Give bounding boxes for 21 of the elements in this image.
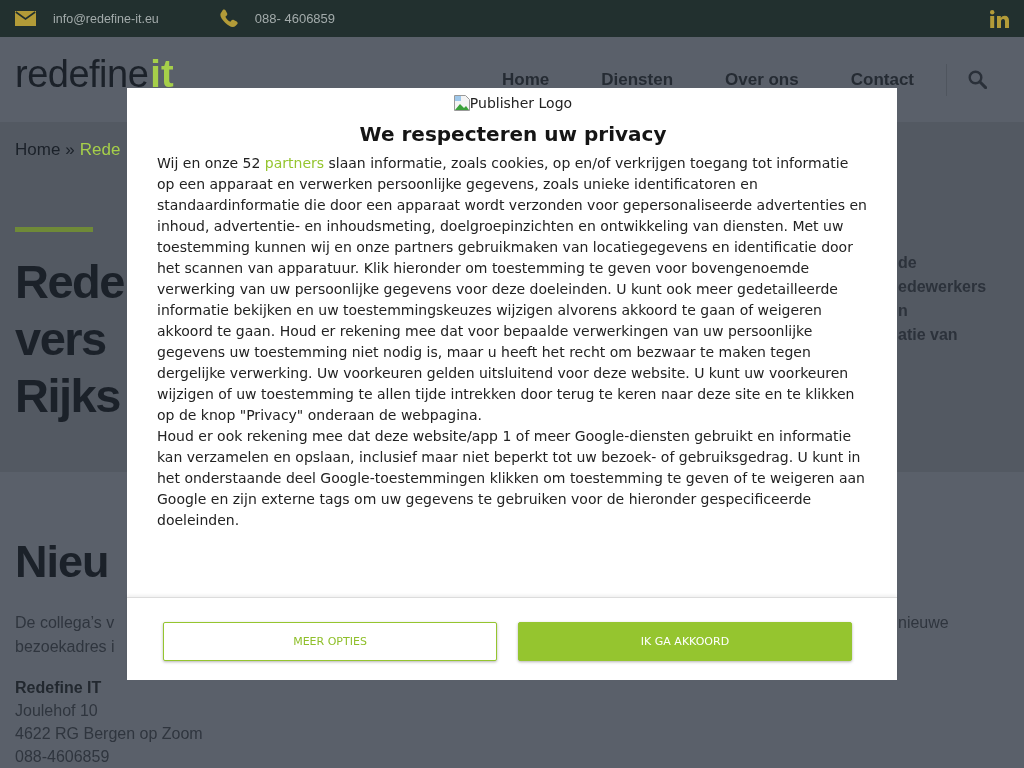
- section-heading: Nieu: [15, 535, 109, 589]
- site-logo[interactable]: redefineit: [15, 54, 174, 94]
- consent-text: Wij en onze 52 partners slaan informatie, zoals cookies, op en/of verkrijgen toegang tot informatie op een apparaat en verwerken persoonlijke gegevens, zoals unieke identificatoren en standaardinformatie die door een apparaat wordt verzonden voor gepersonaliseerde advertenties en inhoud, advertentie- en inhoudsmeting, doelgroepinzichten en ontwikkeling van diensten. Met uw toestemming kunnen wij en onze partners gebruikmaken van locatiegegevens en identificatie door het scannen van apparatuur. Klik hieronder om toestemming te geven voor bovengenoemde verwerking van uw persoonlijke gegevens voor deze doeleinden. U kunt ook meer gedetailleerde informatie bekijken en uw toestemmingskeuzes wijzigen alvorens akkoord te gaan of weigeren akkoord te gaan. Houd er rekening mee dat voor bepaalde verwerkingen van uw persoonlijke gegevens uw toestemming niet nodig is, maar u heeft het recht om bezwaar te maken tegen dergelijke verwerking. Uw voorkeuren gelden uitsluitend voor deze website. U kunt uw voorkeuren wijzigen of uw toestemming te allen tijde intrekken door terug te keren naar deze site en te klikken op de knop "Privacy" onderaan de webpagina.: [157, 154, 868, 425]
- nav-link[interactable]: Diensten: [601, 68, 673, 91]
- publisher-logo-text: Publisher Logo: [469, 95, 573, 111]
- breadcrumb-current: Rede: [79, 139, 121, 161]
- more-options-button[interactable]: MEER OPTIES: [163, 622, 497, 661]
- dialog-title: We respecteren uw privacy: [359, 121, 667, 148]
- breadcrumb-link[interactable]: Home: [15, 138, 61, 162]
- mail-icon: [15, 11, 36, 26]
- phone-number[interactable]: 088- 4606859: [254, 11, 336, 26]
- accept-button[interactable]: IK GA AKKOORD: [518, 622, 852, 661]
- partners-link[interactable]: partners: [264, 155, 325, 171]
- broken-image-icon: [453, 95, 470, 111]
- nav-link[interactable]: Contact: [850, 68, 914, 91]
- breadcrumb-separator: »: [65, 139, 75, 161]
- social-profile-icon[interactable]: [990, 9, 1009, 28]
- page-title: Rede vers Rijks: [15, 254, 124, 424]
- email-address[interactable]: info@redefine-it.eu: [53, 11, 159, 26]
- consent-text: Houd er ook rekening mee dat deze website/app 1 of meer Google-diensten gebruikt en informatie kan verzamelen en opslaan, inclusief maar niet beperkt tot uw bezoek- of gebruiksgedrag. U kunt in het onderstaande deel Google-toestemmingen klikken om toestemming te geven of te weigeren aan Google en zijn externe tags om uw gegevens te gebruiken voor de hieronder gespecificeerde doeleinden.: [157, 427, 866, 530]
- phone-icon: [218, 9, 238, 28]
